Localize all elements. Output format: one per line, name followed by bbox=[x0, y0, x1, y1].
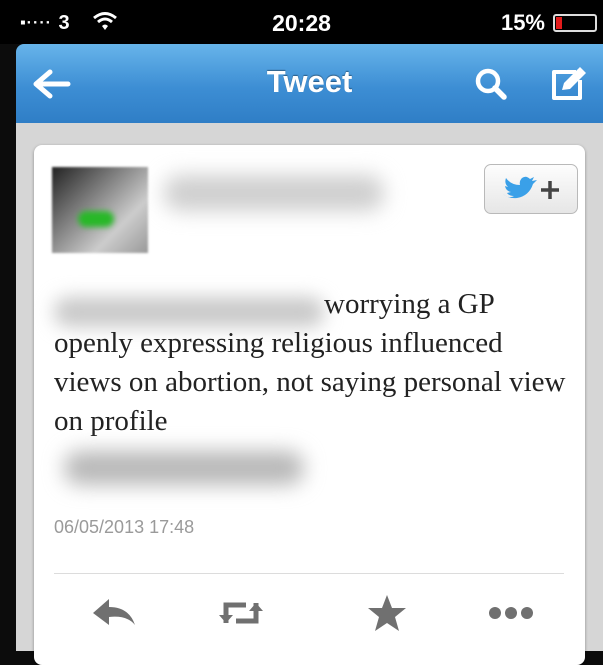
status-bar: ▪···· 3 20:28 15% bbox=[0, 0, 603, 44]
page-title: Tweet bbox=[266, 64, 353, 99]
tweet-actions bbox=[34, 593, 585, 633]
battery-icon bbox=[553, 14, 597, 32]
tweet-timestamp: 06/05/2013 17:48 bbox=[54, 517, 195, 537]
avatar-detail bbox=[78, 211, 114, 227]
reply-icon[interactable] bbox=[89, 593, 139, 633]
avatar[interactable] bbox=[52, 167, 148, 253]
star-icon[interactable] bbox=[362, 593, 412, 633]
search-icon[interactable] bbox=[470, 64, 514, 104]
twitter-bird-icon bbox=[503, 176, 559, 199]
tweet-body: worrying a GP openly expressing religiou… bbox=[54, 288, 566, 437]
more-icon[interactable] bbox=[486, 593, 536, 633]
retweet-icon[interactable] bbox=[216, 593, 266, 633]
navigation-bar: Tweet bbox=[16, 44, 603, 123]
author-name-redacted bbox=[164, 175, 384, 211]
battery-level bbox=[556, 17, 562, 29]
divider bbox=[54, 573, 564, 574]
battery-percent: 15% bbox=[500, 10, 545, 35]
tweet-card: worrying a GP openly expressing religiou… bbox=[34, 145, 585, 665]
follow-button[interactable] bbox=[484, 164, 578, 214]
compose-icon[interactable] bbox=[546, 64, 590, 104]
text-redaction bbox=[64, 451, 304, 485]
tweet-detail-panel: worrying a GP openly expressing religiou… bbox=[16, 123, 603, 665]
tweet-text: worrying a GP openly expressing religiou… bbox=[54, 285, 574, 441]
